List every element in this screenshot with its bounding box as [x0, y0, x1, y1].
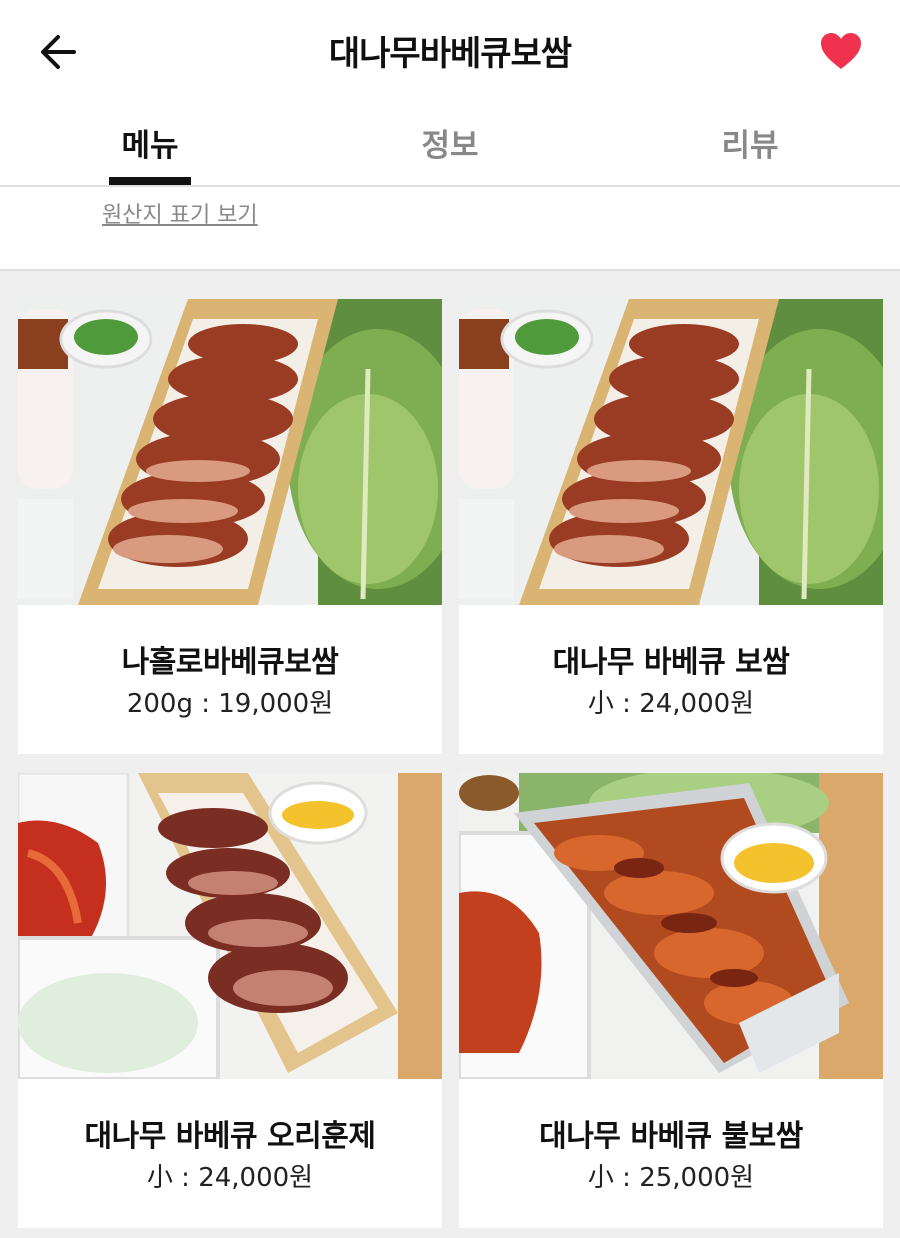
menu-name: 대나무 바베큐 보쌈: [552, 645, 790, 680]
menu-photo-bossam: [18, 299, 442, 605]
menu-name: 대나무 바베큐 오리훈제: [84, 1119, 376, 1154]
tab-bar: 메뉴 정보 리뷰: [0, 100, 900, 187]
menu-price: 小 : 25,000원: [587, 1163, 755, 1193]
menu-price: 小 : 24,000원: [587, 689, 755, 719]
favorite-button[interactable]: [812, 24, 870, 78]
menu-photo-spicy-bossam: [459, 773, 883, 1079]
menu-price: 200g : 19,000원: [126, 689, 334, 719]
menu-name: 대나무 바베큐 불보쌈: [539, 1119, 803, 1154]
active-tab-indicator: [109, 177, 191, 185]
page-title: 대나무바베큐보쌈: [328, 34, 572, 74]
menu-card[interactable]: 대나무 바베큐 오리훈제 小 : 24,000원: [18, 773, 442, 1228]
origin-section: 원산지 표기 보기: [0, 187, 900, 271]
menu-card[interactable]: 나홀로바베큐보쌈 200g : 19,000원: [18, 299, 442, 754]
menu-price: 小 : 24,000원: [146, 1163, 314, 1193]
menu-card[interactable]: 대나무 바베큐 보쌈 小 : 24,000원: [459, 299, 883, 754]
tab-reviews[interactable]: 리뷰: [650, 120, 850, 165]
tab-menu[interactable]: 메뉴: [50, 120, 250, 165]
menu-photo-bossam: [459, 299, 883, 605]
heart-icon: [821, 33, 861, 69]
top-bar: 대나무바베큐보쌈: [0, 0, 900, 100]
menu-photo-smoked-duck: [18, 773, 442, 1079]
tab-info[interactable]: 정보: [350, 120, 550, 165]
menu-name: 나홀로바베큐보쌈: [121, 645, 339, 680]
origin-info-link[interactable]: 원산지 표기 보기: [102, 197, 258, 229]
menu-card[interactable]: 대나무 바베큐 불보쌈 小 : 25,000원: [459, 773, 883, 1228]
